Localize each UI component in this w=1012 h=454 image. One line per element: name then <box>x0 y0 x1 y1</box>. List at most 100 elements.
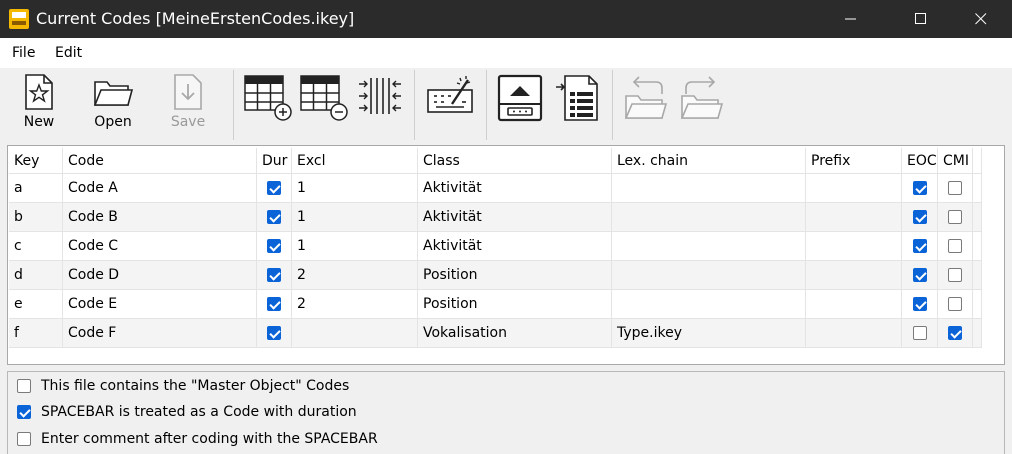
cell-lex-chain[interactable]: Type.ikey <box>612 319 806 347</box>
cell-class[interactable]: Position <box>418 290 612 318</box>
cell-lex-chain[interactable] <box>612 203 806 231</box>
cell-key[interactable]: c <box>9 232 63 260</box>
cell-code[interactable]: Code B <box>63 203 257 231</box>
cell-class[interactable]: Aktivität <box>418 174 612 202</box>
column-header-excl[interactable]: Excl <box>292 148 418 173</box>
close-button[interactable] <box>958 0 1004 38</box>
eoc-checkbox[interactable] <box>912 210 927 224</box>
cmi-checkbox[interactable] <box>948 297 962 311</box>
dur-checkbox[interactable] <box>267 239 281 253</box>
spacebar-duration-option[interactable]: SPACEBAR is treated as a Code with durat… <box>17 404 357 420</box>
eoc-checkbox[interactable] <box>912 297 927 311</box>
toolbar: New Open Save <box>0 68 1012 142</box>
eoc-checkbox[interactable] <box>912 239 927 253</box>
cmi-checkbox[interactable] <box>948 326 962 340</box>
eoc-checkbox[interactable] <box>912 326 927 340</box>
add-row-button[interactable] <box>244 74 294 140</box>
cell-key[interactable]: d <box>9 261 63 289</box>
cell-lex-chain[interactable] <box>612 290 806 318</box>
column-header-dur[interactable]: Dur <box>257 148 292 173</box>
column-header-eoc[interactable]: EOC <box>902 148 938 173</box>
cell-prefix[interactable] <box>806 232 902 260</box>
cell-eoc <box>902 290 938 318</box>
cell-key[interactable]: f <box>9 319 63 347</box>
master-object-checkbox[interactable] <box>17 379 31 393</box>
eoc-checkbox[interactable] <box>912 181 927 195</box>
cell-key[interactable]: b <box>9 203 63 231</box>
save-icon <box>174 74 202 110</box>
table-row[interactable]: e Code E 2 Position <box>9 290 981 319</box>
column-width-button[interactable] <box>355 74 405 140</box>
comment-after-checkbox[interactable] <box>17 432 31 446</box>
menu-edit[interactable]: Edit <box>55 45 82 61</box>
save-button[interactable]: Save <box>170 74 206 140</box>
dur-checkbox[interactable] <box>267 297 281 311</box>
column-header-key[interactable]: Key <box>9 148 63 173</box>
dur-checkbox[interactable] <box>267 181 281 195</box>
comment-after-option[interactable]: Enter comment after coding with the SPAC… <box>17 431 378 447</box>
cell-excl[interactable]: 1 <box>292 174 418 202</box>
cell-key[interactable]: a <box>9 174 63 202</box>
dur-checkbox[interactable] <box>267 326 281 340</box>
cmi-checkbox[interactable] <box>948 210 962 224</box>
maximize-button[interactable] <box>898 0 944 38</box>
magic-wand-button[interactable] <box>424 74 476 140</box>
cell-dur <box>257 290 292 318</box>
cell-key[interactable]: e <box>9 290 63 318</box>
cell-prefix[interactable] <box>806 290 902 318</box>
cell-excl[interactable] <box>292 319 418 347</box>
table-row[interactable]: a Code A 1 Aktivität <box>9 174 981 203</box>
cell-code[interactable]: Code D <box>63 261 257 289</box>
column-header-class[interactable]: Class <box>418 148 612 173</box>
redo-button[interactable] <box>678 74 726 140</box>
cell-prefix[interactable] <box>806 319 902 347</box>
export-button[interactable] <box>496 74 548 140</box>
minimize-button[interactable] <box>828 0 874 38</box>
master-object-option[interactable]: This file contains the "Master Object" C… <box>17 378 349 394</box>
cell-code[interactable]: Code C <box>63 232 257 260</box>
cell-prefix[interactable] <box>806 261 902 289</box>
cell-excl[interactable]: 1 <box>292 203 418 231</box>
cell-lex-chain[interactable] <box>612 261 806 289</box>
dur-checkbox[interactable] <box>267 210 281 224</box>
cell-excl[interactable]: 2 <box>292 261 418 289</box>
cmi-checkbox[interactable] <box>948 239 962 253</box>
menu-file[interactable]: File <box>12 45 35 61</box>
cell-excl[interactable]: 1 <box>292 232 418 260</box>
cmi-checkbox[interactable] <box>948 181 962 195</box>
cell-class[interactable]: Position <box>418 261 612 289</box>
cell-cmi <box>938 203 973 231</box>
table-row[interactable]: c Code C 1 Aktivität <box>9 232 981 261</box>
cell-prefix[interactable] <box>806 203 902 231</box>
column-header-cmi[interactable]: CMI <box>938 148 973 173</box>
cell-lex-chain[interactable] <box>612 232 806 260</box>
table-row[interactable]: b Code B 1 Aktivität <box>9 203 981 232</box>
spacebar-duration-label: SPACEBAR is treated as a Code with durat… <box>41 404 357 420</box>
dur-checkbox[interactable] <box>267 268 281 282</box>
table-row[interactable]: f Code F Vokalisation Type.ikey <box>9 319 981 348</box>
cell-class[interactable]: Aktivität <box>418 232 612 260</box>
cell-cmi <box>938 232 973 260</box>
new-button[interactable]: New <box>20 74 58 140</box>
open-button[interactable]: Open <box>90 74 136 140</box>
column-header-code[interactable]: Code <box>63 148 257 173</box>
cell-dur <box>257 203 292 231</box>
cell-code[interactable]: Code F <box>63 319 257 347</box>
column-header-lex-chain[interactable]: Lex. chain <box>612 148 806 173</box>
cell-prefix[interactable] <box>806 174 902 202</box>
cell-class[interactable]: Aktivität <box>418 203 612 231</box>
cell-class[interactable]: Vokalisation <box>418 319 612 347</box>
undo-button[interactable] <box>622 74 670 140</box>
spacebar-duration-checkbox[interactable] <box>17 405 31 419</box>
cell-code[interactable]: Code A <box>63 174 257 202</box>
cmi-checkbox[interactable] <box>948 268 962 282</box>
cell-lex-chain[interactable] <box>612 174 806 202</box>
remove-row-button[interactable] <box>300 74 350 140</box>
column-header-prefix[interactable]: Prefix <box>806 148 902 173</box>
master-object-label: This file contains the "Master Object" C… <box>41 378 350 394</box>
cell-excl[interactable]: 2 <box>292 290 418 318</box>
eoc-checkbox[interactable] <box>912 268 927 282</box>
import-list-button[interactable] <box>555 74 603 140</box>
table-row[interactable]: d Code D 2 Position <box>9 261 981 290</box>
cell-code[interactable]: Code E <box>63 290 257 318</box>
